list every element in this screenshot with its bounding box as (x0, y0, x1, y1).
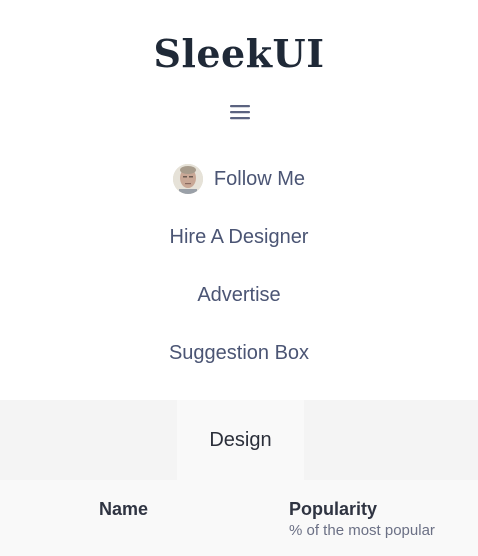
category-tabs: Design (0, 400, 478, 480)
column-header-popularity-sublabel: % of the most popular (289, 522, 435, 539)
nav-item-suggestion-box[interactable]: Suggestion Box (0, 324, 478, 382)
main-nav: Follow Me Hire A Designer Advertise Sugg… (0, 150, 478, 382)
tab-design[interactable]: Design (177, 400, 304, 480)
nav-item-hire-a-designer[interactable]: Hire A Designer (0, 208, 478, 266)
nav-item-label: Advertise (197, 283, 281, 306)
nav-item-advertise[interactable]: Advertise (0, 266, 478, 324)
site-logo[interactable]: SleekUI (0, 30, 478, 78)
hamburger-menu-icon[interactable] (229, 101, 251, 123)
column-header-popularity[interactable]: Popularity (289, 499, 377, 520)
avatar (172, 164, 203, 194)
nav-item-label: Suggestion Box (168, 341, 310, 364)
nav-item-label: Hire A Designer (169, 225, 309, 248)
tab-label: Design (209, 428, 272, 451)
page: SleekUI Follow Me Hire A Designer Advert… (0, 0, 478, 556)
nav-item-follow-me[interactable]: Follow Me (0, 150, 478, 208)
table-header: Name Popularity % of the most popular (0, 480, 478, 556)
nav-item-label: Follow Me (213, 167, 306, 190)
site-header: SleekUI Follow Me Hire A Designer Advert… (0, 0, 478, 400)
column-header-name[interactable]: Name (99, 499, 148, 520)
